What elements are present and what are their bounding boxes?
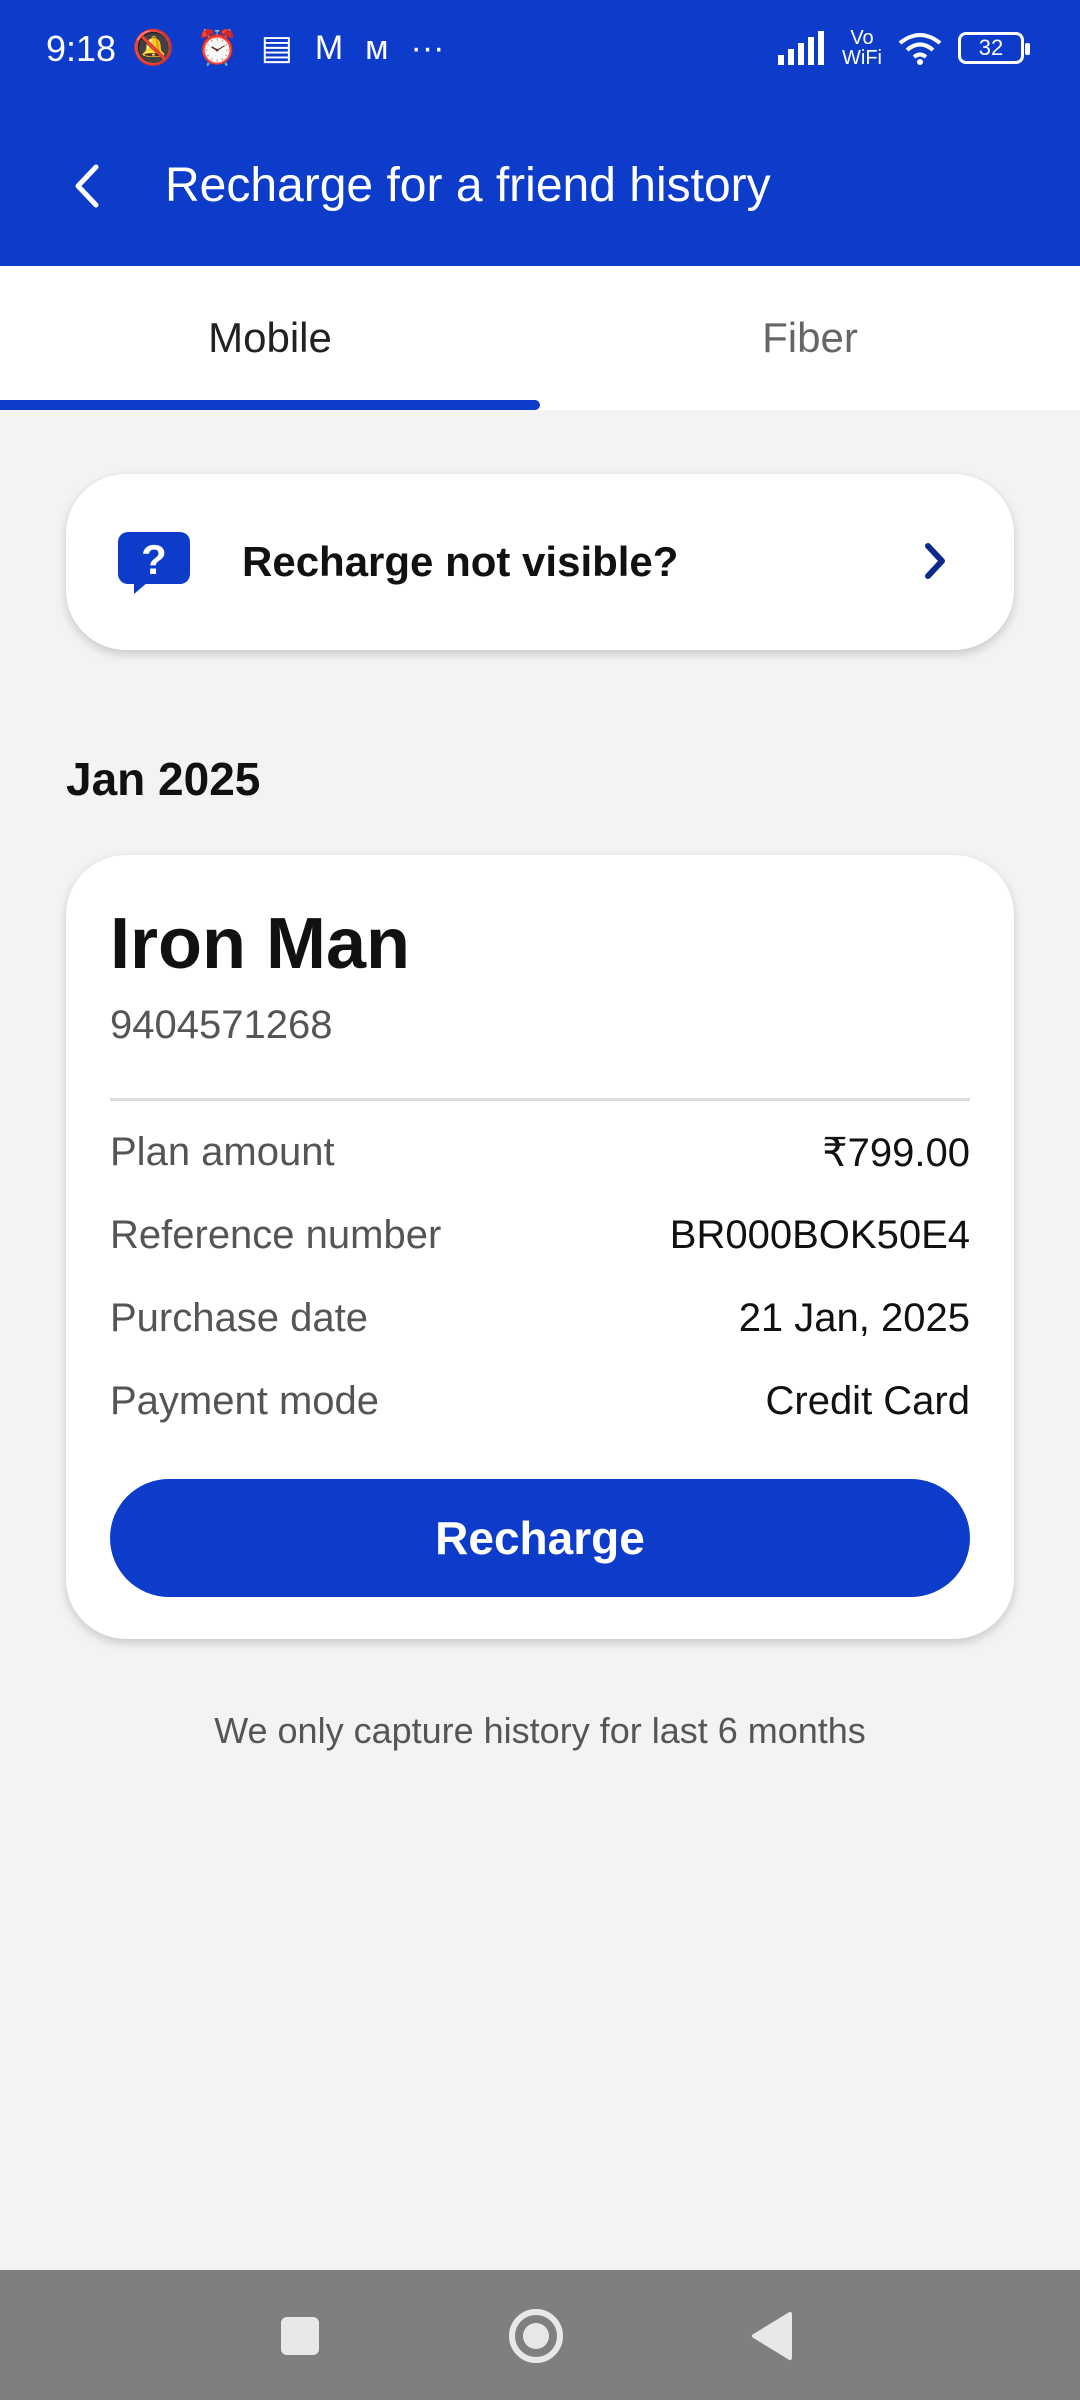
recharge-history-card: Iron Man 9404571268 Plan amount ₹799.00 …	[66, 855, 1014, 1639]
back-nav-button[interactable]	[740, 2304, 804, 2368]
card-divider	[110, 1098, 970, 1101]
recipient-phone: 9404571268	[110, 1003, 333, 1047]
page-title: Recharge for a friend history	[165, 159, 771, 212]
signal-icon	[778, 31, 824, 65]
square-icon	[281, 2317, 319, 2355]
active-tab-indicator	[0, 400, 540, 410]
tab-mobile[interactable]: Mobile	[0, 266, 540, 410]
vowifi-label: Vo WiFi	[842, 27, 882, 69]
detail-label: Payment mode	[110, 1379, 380, 1423]
detail-row-payment-mode: Payment mode Credit Card	[110, 1379, 970, 1439]
recharge-not-visible-text: Recharge not visible?	[242, 538, 679, 585]
battery-icon: 32	[958, 32, 1030, 64]
status-right-icons: Vo WiFi 32	[776, 27, 1030, 69]
detail-value: BR000BOK50E4	[669, 1213, 970, 1257]
triangle-back-icon	[752, 2312, 792, 2360]
detail-label: Purchase date	[110, 1296, 368, 1340]
system-nav-bar	[0, 2270, 1080, 2400]
history-footer-note: We only capture history for last 6 month…	[214, 1710, 866, 1751]
recipient-name: Iron Man	[110, 904, 410, 984]
detail-value: 21 Jan, 2025	[738, 1296, 970, 1340]
wifi-icon	[898, 33, 942, 65]
message-icon: ▤	[260, 29, 293, 67]
more-dots-icon: ···	[410, 29, 445, 67]
alarm-icon: ⏰	[196, 29, 239, 67]
myntra-icon: ᴍ	[365, 29, 389, 67]
detail-label: Reference number	[110, 1213, 442, 1257]
tab-fiber[interactable]: Fiber	[540, 266, 1080, 410]
detail-value: ₹799.00	[822, 1131, 970, 1175]
month-heading: Jan 2025	[66, 753, 261, 805]
tab-fiber-label: Fiber	[762, 314, 858, 361]
svg-text:?: ?	[141, 536, 167, 583]
detail-row-reference-number: Reference number BR000BOK50E4	[110, 1213, 970, 1273]
detail-value: Credit Card	[765, 1379, 970, 1423]
detail-label: Plan amount	[110, 1130, 335, 1174]
gmail-icon: M	[314, 29, 344, 67]
recent-apps-button[interactable]	[268, 2304, 332, 2368]
app-top-bar: 9:18 🔕 ⏰ ▤ M ᴍ ··· Vo WiFi 32 Recharge f…	[0, 0, 1080, 266]
detail-row-purchase-date: Purchase date 21 Jan, 2025	[110, 1296, 970, 1356]
tab-bar: Mobile Fiber	[0, 266, 1080, 410]
mute-icon: 🔕	[132, 29, 175, 67]
recharge-button[interactable]: Recharge	[110, 1479, 970, 1597]
recharge-not-visible-card[interactable]: ? Recharge not visible?	[66, 474, 1014, 650]
tab-mobile-label: Mobile	[208, 314, 332, 361]
back-button[interactable]	[48, 146, 128, 226]
home-circle-icon	[509, 2309, 563, 2363]
back-arrow-icon	[75, 164, 99, 208]
detail-row-plan-amount: Plan amount ₹799.00	[110, 1130, 970, 1190]
status-time: 9:18	[46, 28, 117, 69]
chevron-right-icon	[925, 543, 945, 579]
status-bar: 9:18 🔕 ⏰ ▤ M ᴍ ··· Vo WiFi 32	[0, 0, 1080, 100]
status-left-icons: 🔕 ⏰ ▤ M ᴍ ···	[132, 28, 444, 68]
page-header: Recharge for a friend history	[0, 120, 1080, 240]
question-chat-icon: ?	[118, 532, 190, 594]
home-button[interactable]	[504, 2304, 568, 2368]
